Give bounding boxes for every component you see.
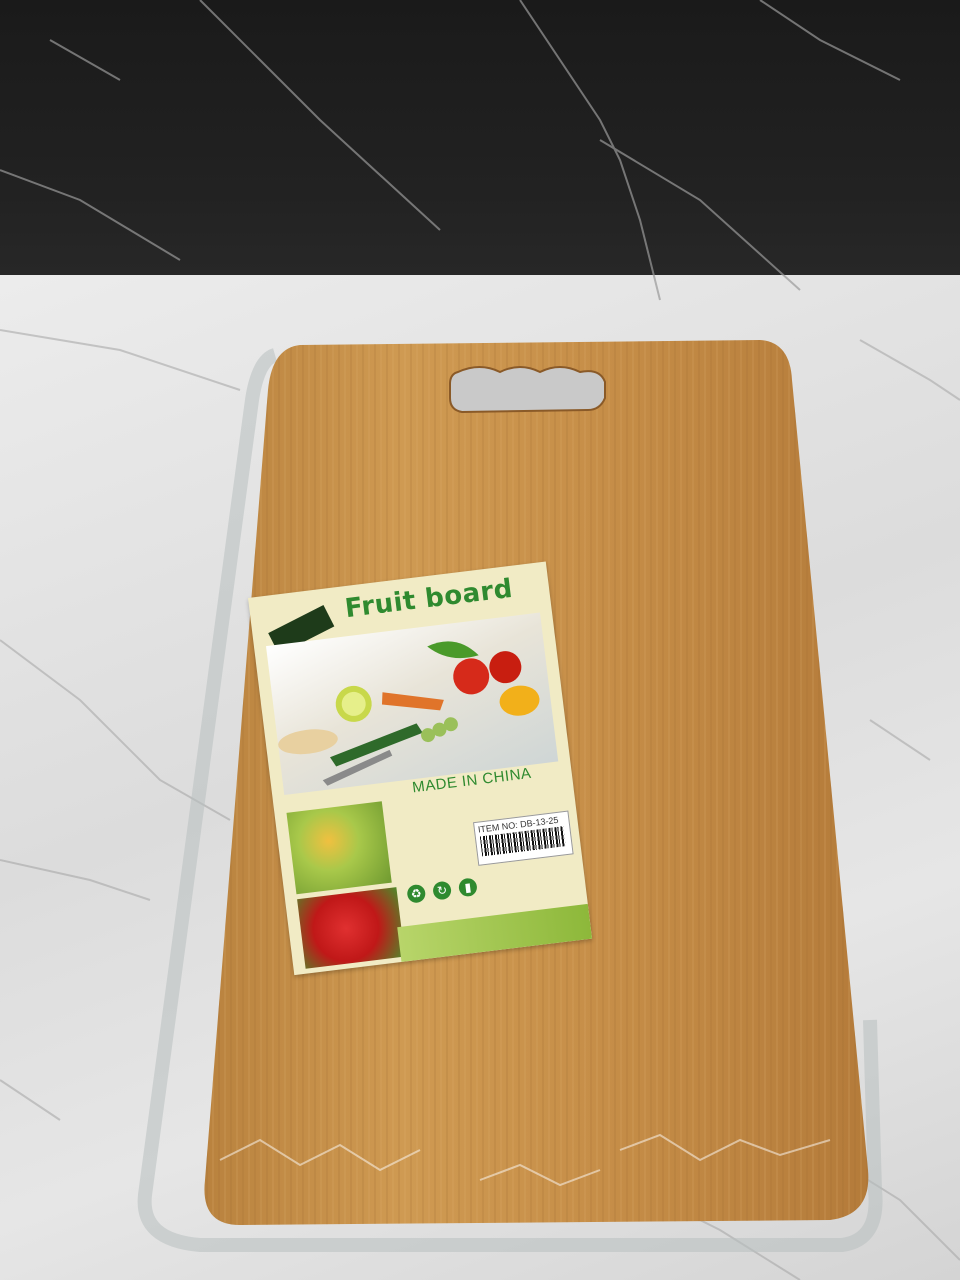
black-marble-veins <box>0 0 901 301</box>
product-label: Fruit board MADE IN CHINA ITEM NO: DB-13… <box>248 561 593 976</box>
item-barcode-box: ITEM NO: DB-13-25 <box>473 810 574 866</box>
strawberries-photo <box>297 887 405 969</box>
trash-bin-icon: ▮ <box>457 877 478 898</box>
label-icons: ♻ ↻ ▮ <box>406 877 478 904</box>
photo-scene: Fruit board MADE IN CHINA ITEM NO: DB-13… <box>0 0 960 1280</box>
green-dot-icon: ↻ <box>432 880 453 901</box>
recycle-icon: ♻ <box>406 883 427 904</box>
fruit-platter-photo <box>286 801 392 895</box>
handle-hole <box>449 366 606 414</box>
